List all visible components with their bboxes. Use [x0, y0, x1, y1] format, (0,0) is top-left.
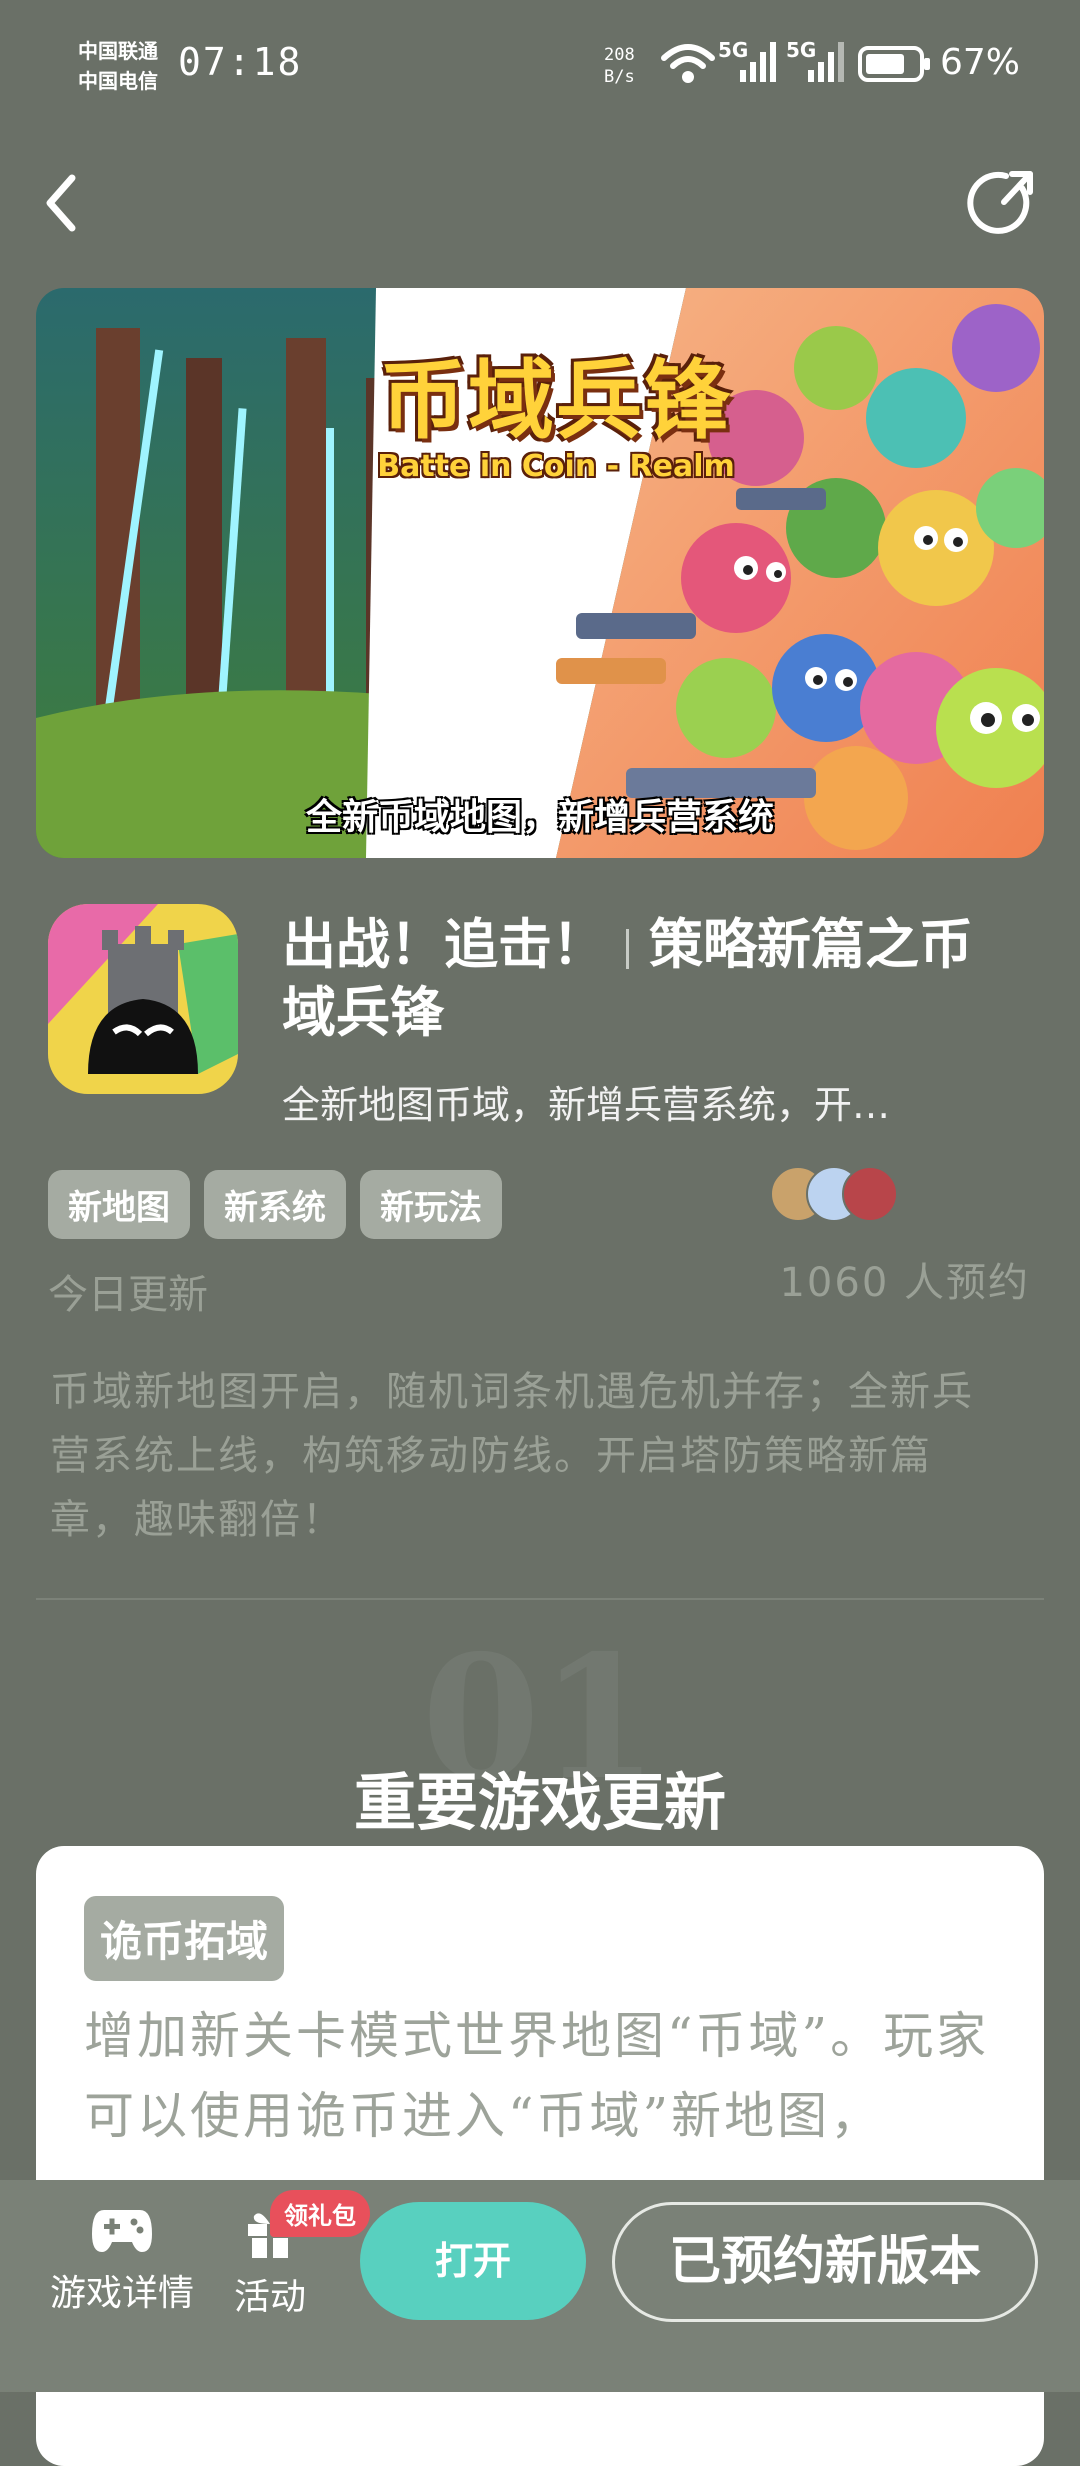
bottom-action-bar: 游戏详情 活动 领礼包 打开 已预约新版本	[0, 2180, 1080, 2392]
divider	[36, 1598, 1044, 1600]
reserver-avatars	[770, 1166, 910, 1222]
activity-label: 活动	[234, 2277, 307, 2318]
game-details-button[interactable]: 游戏详情	[50, 2204, 194, 2316]
tag-new-map: 新地图	[48, 1170, 190, 1239]
share-icon[interactable]	[966, 166, 1042, 242]
banner-caption: 全新币域地图，新增兵营系统	[305, 797, 774, 838]
card-tag: 诡币拓域	[84, 1896, 285, 1981]
app-title: 出战！追击！ 策略新篇之币域兵锋	[282, 910, 1022, 1046]
tower-icon	[48, 904, 238, 1094]
tag-new-gameplay: 新玩法	[360, 1170, 502, 1239]
status-time: 07:18	[178, 40, 303, 84]
status-bar: 中国联通 中国电信 07:18 208 B/s 5G 5G 67%	[0, 0, 1080, 140]
gift-badge[interactable]: 领礼包	[270, 2190, 370, 2237]
carrier-names: 中国联通 中国电信	[78, 36, 158, 96]
app-title-part-1: 出战！追击！	[282, 912, 606, 976]
card-text: 增加新关卡模式世界地图“币域”。玩家可以使用诡币进入“币域”新地图，	[84, 2007, 990, 2145]
network-speed-unit: B/s	[604, 67, 635, 87]
app-description[interactable]: 全新地图币域，新增兵营系统，开…	[282, 1074, 1032, 1129]
tag-new-system: 新系统	[204, 1170, 346, 1239]
banner-logo-title: 币域兵锋	[380, 351, 732, 451]
banner-game-logo: 币域兵锋 Batte in Coin - Realm	[366, 330, 746, 484]
reserved-new-version-button[interactable]: 已预约新版本	[612, 2202, 1038, 2322]
carrier-2: 中国电信	[78, 69, 158, 93]
app-icon[interactable]	[48, 904, 238, 1094]
cellular-signal-1-icon: 5G	[718, 38, 778, 86]
section-title: 重要游戏更新	[353, 1766, 726, 1839]
back-arrow-icon[interactable]	[36, 168, 96, 238]
cellular-signal-2-icon: 5G	[786, 38, 846, 86]
title-divider	[626, 928, 629, 969]
battery-icon	[858, 46, 930, 82]
wifi-icon	[661, 44, 715, 83]
open-button[interactable]: 打开	[360, 2202, 586, 2320]
banner-logo-subtitle: Batte in Coin - Realm	[377, 449, 735, 484]
avatar	[842, 1166, 898, 1222]
gamepad-icon	[92, 2210, 152, 2252]
update-status: 今日更新	[48, 1272, 208, 1318]
reserve-count: 1060 人预约	[779, 1260, 1030, 1306]
tag-list: 新地图 新系统 新玩法	[48, 1170, 502, 1239]
game-details-label: 游戏详情	[50, 2273, 195, 2314]
update-summary: 币域新地图开启，随机词条机遇危机并存；全新兵营系统上线，构筑移动防线。开启塔防策…	[50, 1369, 974, 1543]
network-speed: 208 B/s	[604, 44, 635, 88]
network-speed-value: 208	[604, 45, 635, 65]
carrier-1: 中国联通	[78, 39, 158, 63]
game-banner[interactable]: 币域兵锋 Batte in Coin - Realm 全新币域地图，新增兵营系统	[36, 288, 1044, 858]
battery-percent: 67%	[940, 42, 1021, 83]
